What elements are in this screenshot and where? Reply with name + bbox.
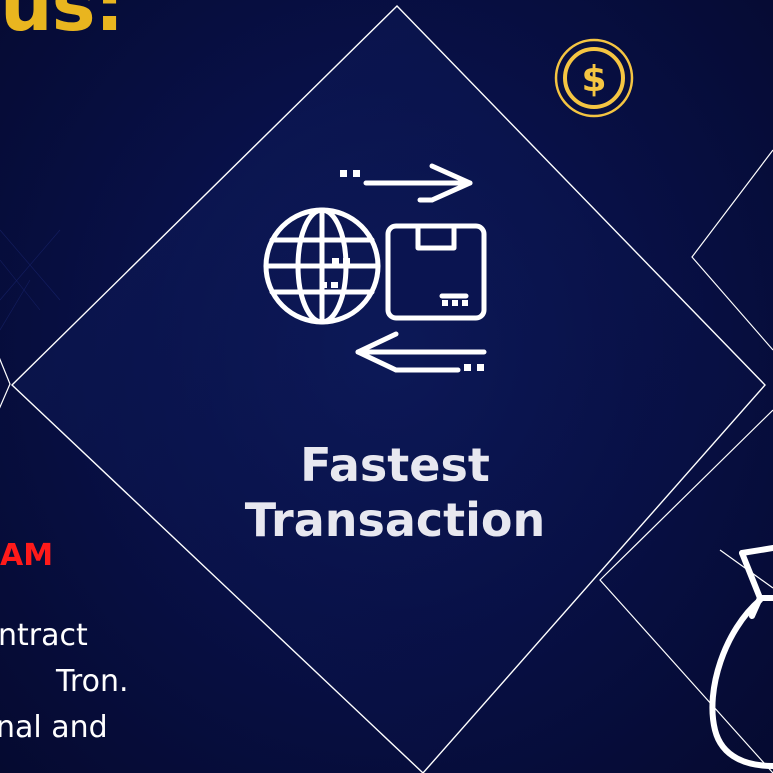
center-card-frame — [10, 5, 766, 773]
left-panel-title: AM — [0, 538, 54, 573]
card-title: Fastest Transaction — [244, 438, 546, 548]
right-card-frame-upper — [691, 149, 773, 351]
left-panel-text-line: ntract — [0, 618, 88, 653]
left-panel-text-line: nal and — [0, 710, 108, 745]
background-decor — [0, 5, 773, 773]
section-heading: us: — [0, 0, 124, 48]
left-card-frame — [0, 357, 11, 409]
left-panel-text-line: Tron. — [56, 664, 129, 699]
grid-pattern — [0, 229, 61, 331]
